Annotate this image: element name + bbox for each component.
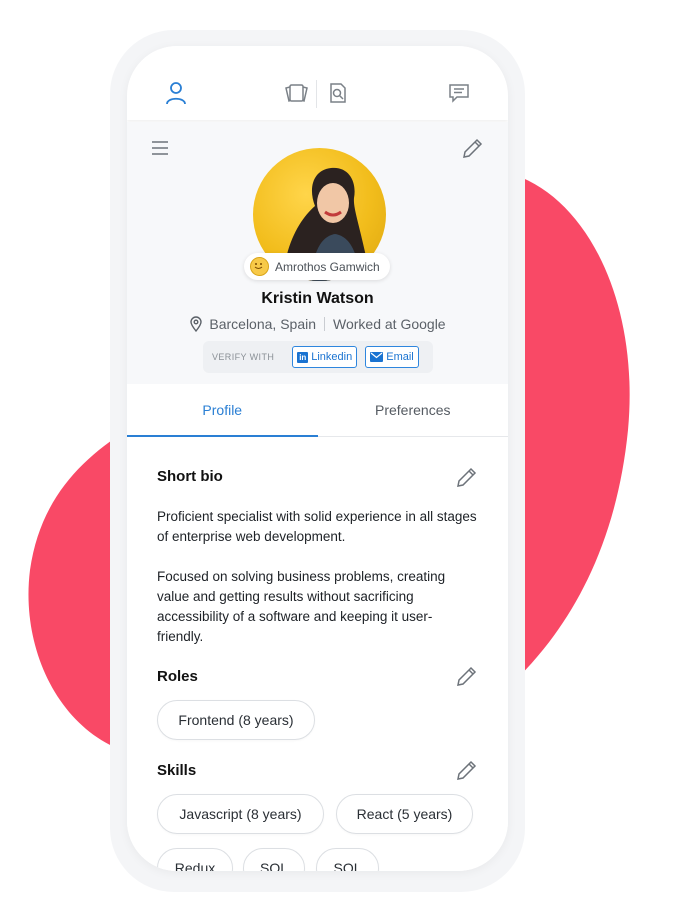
profile-content: Short bio Proficient specialist with sol… — [127, 438, 508, 871]
edit-roles-pencil-icon[interactable] — [454, 665, 478, 694]
verify-linkedin-label: Linkedin — [311, 351, 353, 363]
profile-tabs: Profile Preferences — [127, 384, 508, 437]
verify-label: VERIFY WITH — [212, 352, 275, 362]
tab-profile[interactable]: Profile — [127, 384, 318, 437]
role-pill[interactable]: Frontend (8 years) — [157, 700, 315, 740]
location-text: Barcelona, Spain — [209, 316, 317, 332]
edit-profile-pencil-icon[interactable] — [460, 137, 484, 166]
skill-pill[interactable]: Javascript (8 years) — [157, 794, 324, 834]
linkedin-icon: in — [297, 351, 309, 363]
skill-pill[interactable]: React (5 years) — [336, 794, 473, 834]
profile-name: Kristin Watson — [261, 290, 374, 307]
cards-icon[interactable] — [284, 80, 310, 106]
skill-pill[interactable]: SQL — [243, 848, 305, 871]
verify-email-button[interactable]: Email — [365, 346, 419, 368]
username: Amrothos Gamwich — [275, 259, 380, 274]
email-icon — [370, 352, 384, 362]
verify-linkedin-button[interactable]: in Linkedin — [292, 346, 358, 368]
hamburger-icon[interactable] — [151, 140, 169, 161]
short-bio-title: Short bio — [157, 468, 223, 485]
verify-box: VERIFY WITH in Linkedin Email — [203, 341, 433, 373]
nav-divider — [316, 80, 317, 108]
bio-paragraph-1: Proficient specialist with solid experie… — [157, 509, 477, 544]
edit-skills-pencil-icon[interactable] — [454, 759, 478, 788]
skill-pill[interactable]: SQL — [316, 848, 379, 871]
verify-email-label: Email — [386, 351, 414, 363]
edit-bio-pencil-icon[interactable] — [454, 466, 478, 495]
meta-separator — [324, 317, 326, 331]
top-navigation — [127, 46, 508, 120]
roles-title: Roles — [157, 668, 198, 685]
location-pin-icon — [190, 316, 203, 332]
bio-paragraph-2: Focused on solving business problems, cr… — [157, 569, 446, 644]
user-icon[interactable] — [163, 80, 189, 106]
phone-screen: Amrothos Gamwich Kristin Watson Barcelon… — [127, 46, 508, 871]
skills-title: Skills — [157, 762, 197, 779]
chat-icon[interactable] — [446, 80, 472, 106]
username-chip: Amrothos Gamwich — [244, 253, 390, 280]
smiley-emoji-icon — [250, 257, 269, 276]
search-document-icon[interactable] — [325, 80, 351, 106]
skill-pill[interactable]: Redux — [157, 848, 233, 871]
tab-preferences[interactable]: Preferences — [318, 384, 509, 436]
work-text: Worked at Google — [333, 316, 446, 332]
profile-meta: Barcelona, Spain Worked at Google — [127, 316, 508, 332]
